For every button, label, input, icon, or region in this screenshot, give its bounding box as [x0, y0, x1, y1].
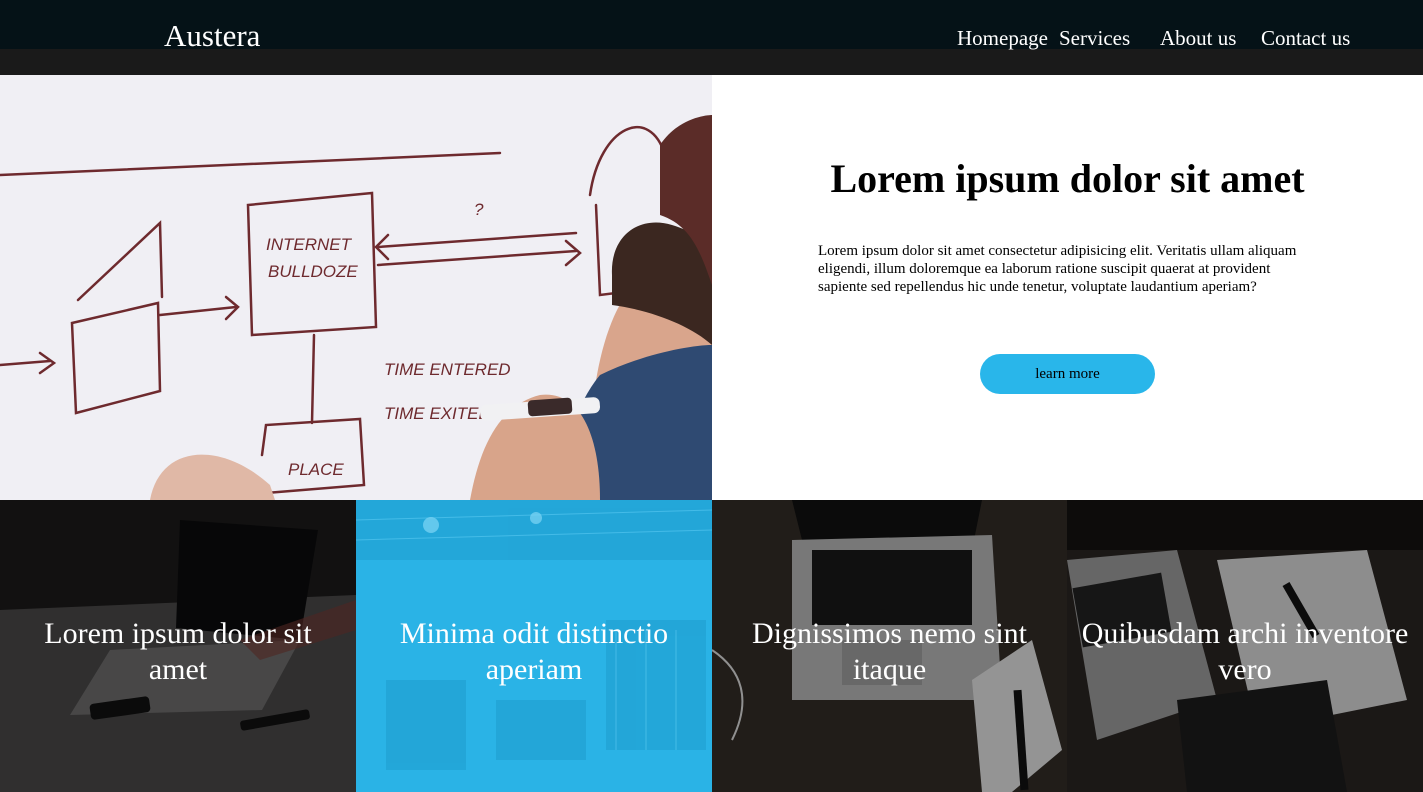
nav-link-services[interactable]: Services [1059, 28, 1130, 49]
feature-card-4[interactable]: Quibusdam archi inventore vero [1067, 500, 1423, 792]
svg-text:TIME ENTERED: TIME ENTERED [384, 360, 511, 379]
feature-card-2[interactable]: Minima odit distinctio aperiam [356, 500, 712, 792]
feature-card-3[interactable]: Dignissimos nemo sint itaque [712, 500, 1067, 792]
nav-link-homepage[interactable]: Homepage [957, 28, 1048, 49]
learn-more-button[interactable]: learn more [980, 354, 1155, 394]
card-title: Quibusdam archi inventore vero [1081, 617, 1409, 686]
hero-title: Lorem ipsum dolor sit amet [830, 156, 1305, 201]
svg-text:?: ? [474, 200, 484, 219]
svg-text:INTERNET: INTERNET [266, 235, 353, 254]
whiteboard-person-photo: INTERNET BULLDOZE ? TIME ENTERED TIME EX… [0, 75, 712, 500]
site-header: Austera Homepage Services About us Conta… [0, 0, 1423, 75]
hero-content: Lorem ipsum dolor sit amet Lorem ipsum d… [712, 75, 1423, 500]
hero-description: Lorem ipsum dolor sit amet consectetur a… [818, 243, 1297, 295]
svg-text:BULLDOZE: BULLDOZE [268, 262, 358, 281]
site-logo[interactable]: Austera [164, 20, 260, 51]
nav-link-about-us[interactable]: About us [1160, 28, 1236, 49]
feature-card-1[interactable]: Lorem ipsum dolor sit amet [0, 500, 356, 792]
card-title: Dignissimos nemo sint itaque [751, 617, 1028, 686]
card-title: Lorem ipsum dolor sit amet [44, 617, 312, 686]
svg-text:TIME EXITED: TIME EXITED [384, 404, 491, 423]
hero-image: INTERNET BULLDOZE ? TIME ENTERED TIME EX… [0, 75, 712, 500]
nav-link-contact-us[interactable]: Contact us [1261, 28, 1350, 49]
svg-text:PLACE: PLACE [288, 460, 344, 479]
card-title: Minima odit distinctio aperiam [399, 617, 669, 686]
